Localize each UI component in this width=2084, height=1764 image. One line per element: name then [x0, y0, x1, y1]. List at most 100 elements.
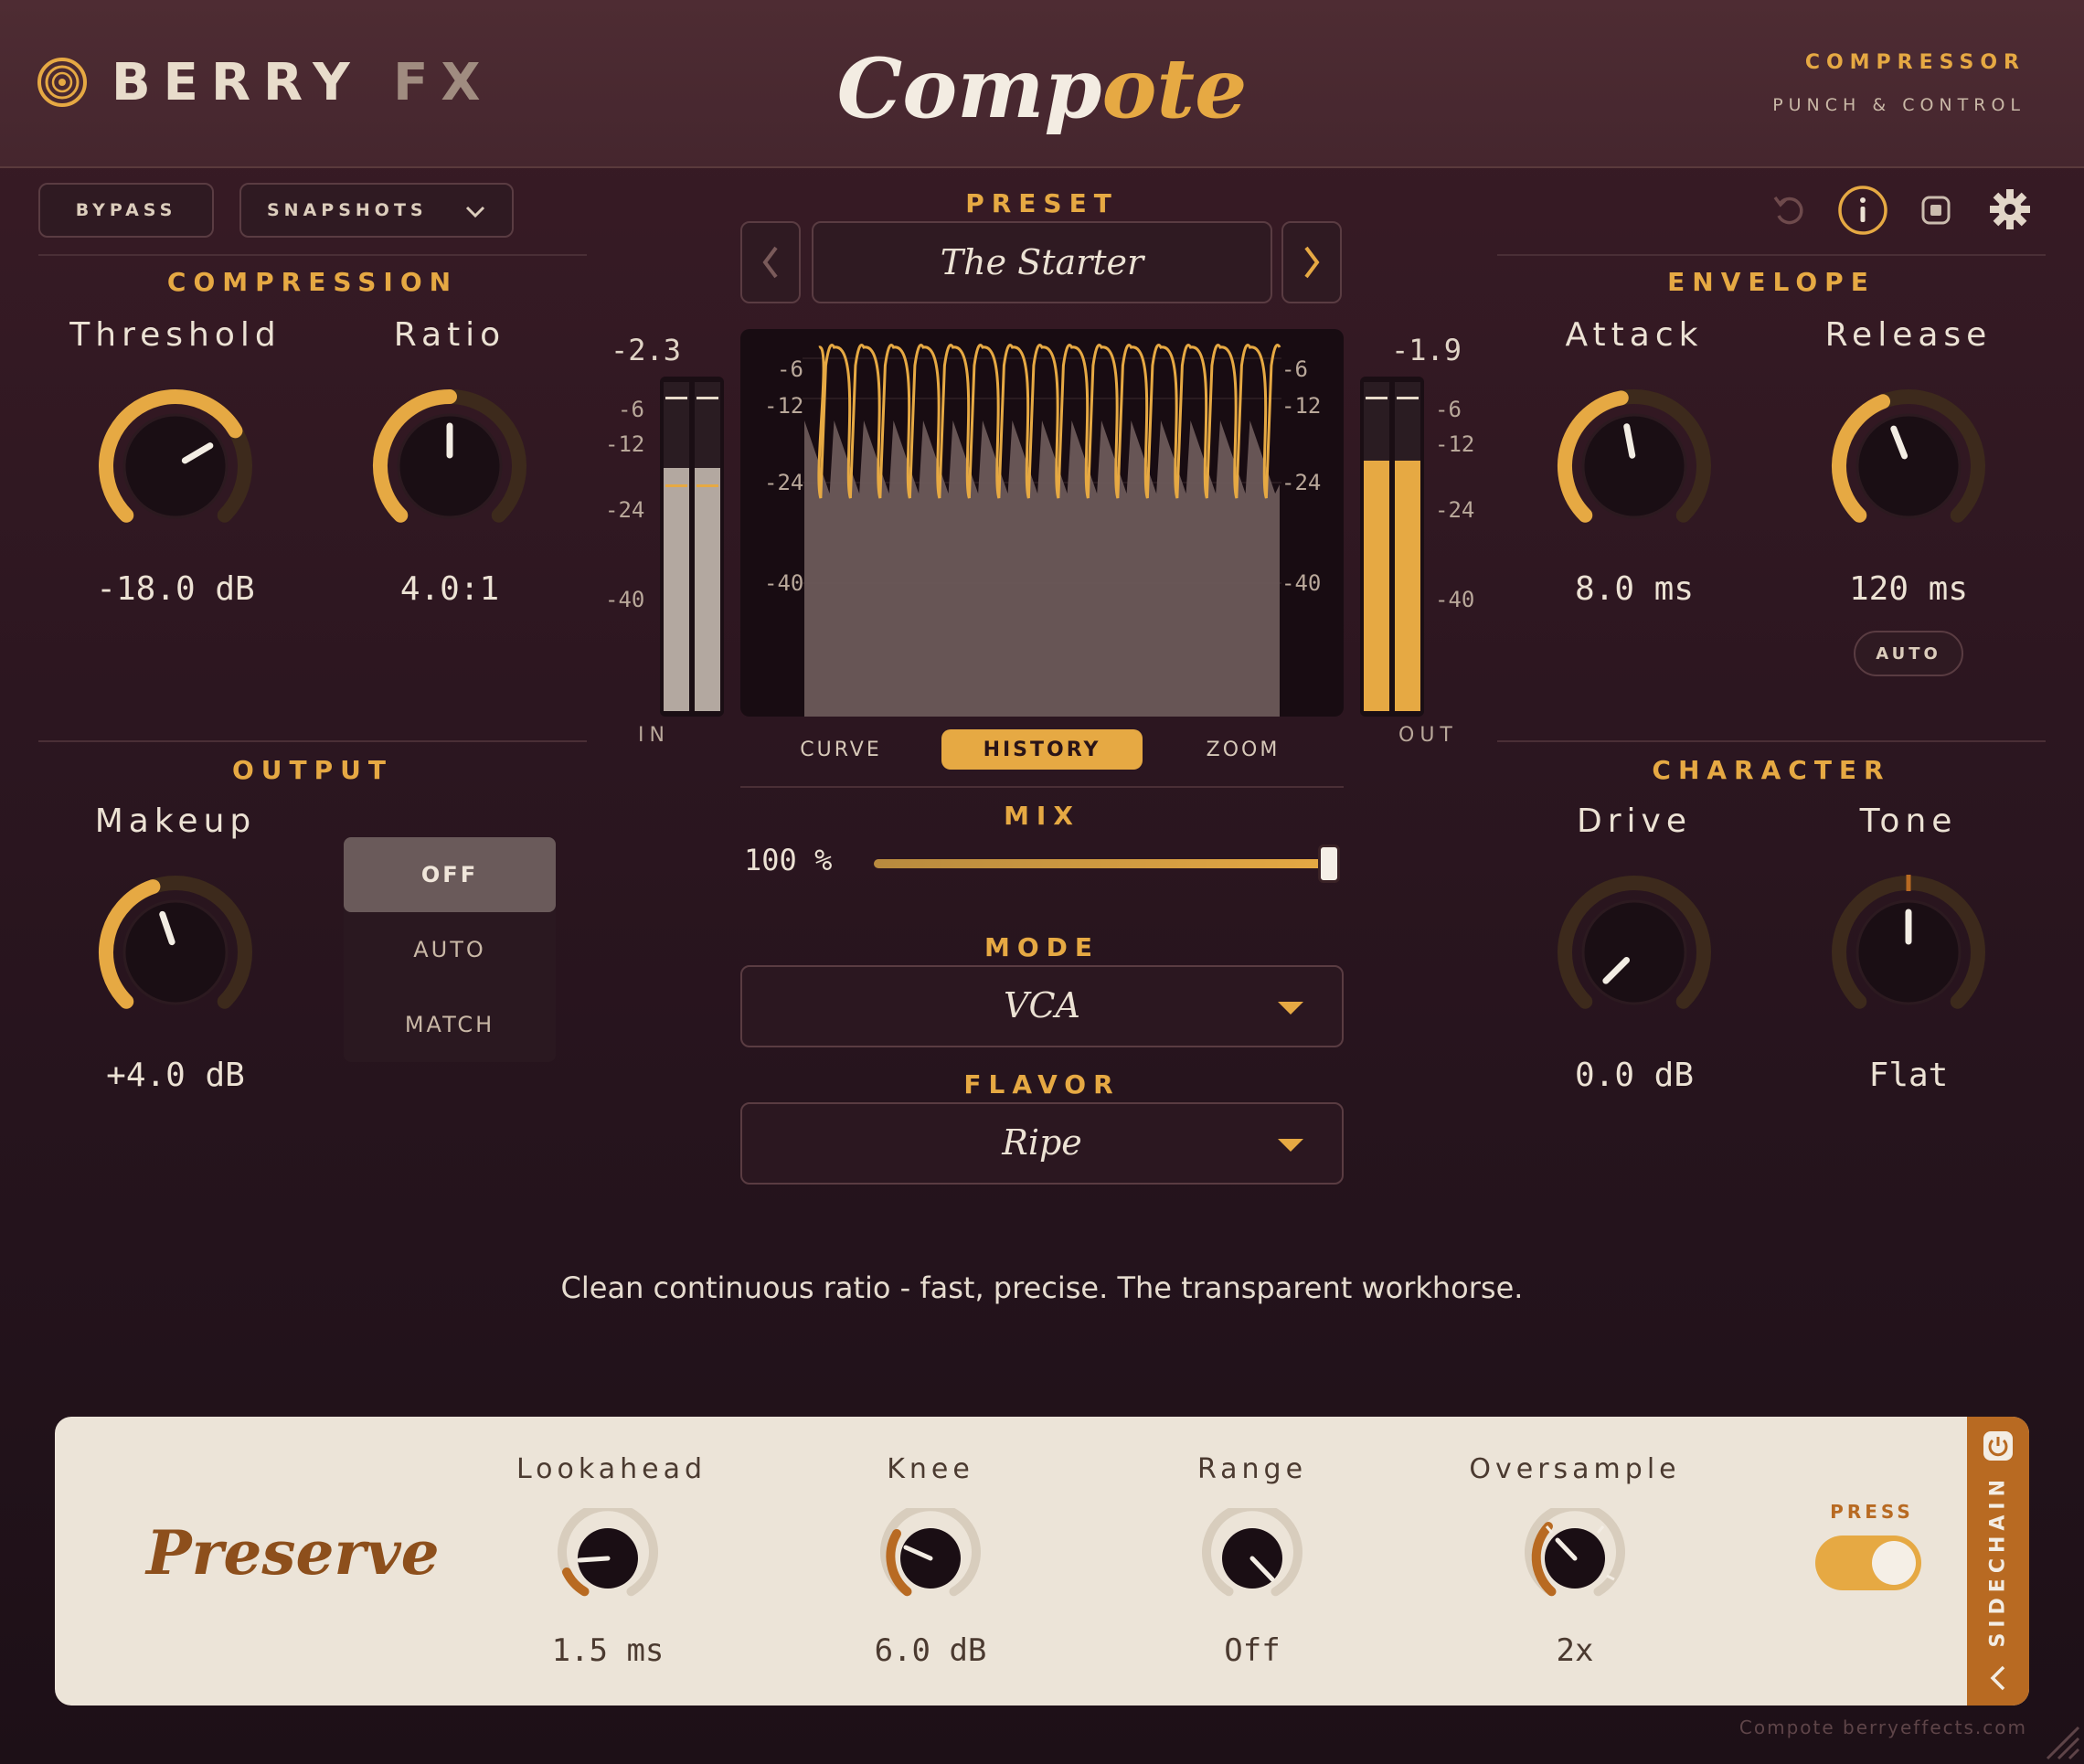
output-scale-24: -24	[1435, 497, 1475, 523]
input-peak-value: -2.3	[611, 333, 682, 367]
preset-name: The Starter	[940, 242, 1144, 282]
chevron-down-icon	[465, 206, 485, 218]
mix-slider[interactable]	[874, 845, 1342, 883]
knee-knob[interactable]	[880, 1508, 981, 1609]
chevron-left-icon	[762, 246, 778, 279]
lookahead-value: 1.5 ms	[551, 1632, 665, 1669]
tagline: PUNCH & CONTROL	[1772, 95, 2026, 115]
display-scale-left-40: -40	[764, 570, 804, 596]
range-label: Range	[1196, 1453, 1308, 1485]
display-scale-right-12: -12	[1281, 393, 1322, 419]
mode-off-button[interactable]: OFF	[344, 837, 556, 912]
threshold-knob[interactable]	[93, 384, 258, 548]
makeup-label: Makeup	[94, 802, 257, 840]
input-meter-label: IN	[638, 724, 670, 747]
output-divider	[38, 740, 587, 742]
input-threshold-mark-left	[665, 484, 687, 487]
preset-next-button[interactable]	[1281, 221, 1342, 303]
tab-history[interactable]: HISTORY	[941, 729, 1143, 770]
mode-value: VCA	[1004, 985, 1080, 1025]
display-scale-left-12: -12	[764, 393, 804, 419]
output-meter-right-bar	[1395, 461, 1420, 711]
compression-title: COMPRESSION	[166, 267, 459, 297]
mode-match-label: MATCH	[404, 1012, 495, 1037]
sidechain-tab[interactable]: SIDECHAIN	[1967, 1417, 2029, 1706]
oversample-knob[interactable]	[1525, 1508, 1625, 1609]
range-knob[interactable]	[1202, 1508, 1302, 1609]
title-accent: ote	[1101, 40, 1248, 137]
knee-label: Knee	[887, 1453, 974, 1485]
gear-icon[interactable]	[1987, 186, 2033, 232]
release-auto-button[interactable]: AUTO	[1854, 631, 1963, 676]
lookahead-label: Lookahead	[516, 1453, 707, 1485]
mode-match-button[interactable]: MATCH	[344, 987, 556, 1062]
oversample-label: Oversample	[1469, 1453, 1681, 1485]
makeup-knob[interactable]	[93, 870, 258, 1035]
resize-grip-icon[interactable]	[2040, 1720, 2080, 1760]
preset-description: Clean continuous ratio - fast, precise. …	[560, 1270, 1524, 1305]
caret-down-icon	[1278, 1002, 1303, 1015]
input-meter-left-track	[664, 382, 689, 711]
input-meter-right-track	[695, 382, 720, 711]
record-icon[interactable]	[1919, 194, 1952, 227]
history-display: -6 -12 -24 -40 -6 -12 -24 -40	[740, 329, 1344, 717]
input-meter-right-bar	[695, 467, 720, 711]
tone-knob[interactable]	[1826, 870, 1991, 1035]
output-peak-hold-right	[1397, 397, 1419, 399]
threshold-value: -18.0 dB	[96, 570, 255, 608]
mode-title: MODE	[984, 932, 1100, 962]
tab-zoom-label: ZOOM	[1206, 738, 1281, 761]
caret-down-icon	[1278, 1139, 1303, 1152]
category-label: COMPRESSOR	[1804, 51, 2026, 74]
press-toggle[interactable]	[1815, 1536, 1921, 1590]
release-knob[interactable]	[1826, 384, 1991, 548]
drive-label: Drive	[1577, 802, 1692, 840]
ratio-knob[interactable]	[367, 384, 532, 548]
preset-prev-button[interactable]	[740, 221, 801, 303]
tab-curve-label: CURVE	[800, 738, 882, 761]
preset-name-field[interactable]: The Starter	[812, 221, 1272, 303]
release-label: Release	[1824, 316, 1993, 354]
output-scale-6: -6	[1435, 397, 1462, 422]
footer-product: Compote	[1738, 1716, 1835, 1738]
flavor-value: Ripe	[1002, 1122, 1082, 1163]
lookahead-knob[interactable]	[558, 1508, 658, 1609]
mix-value: 100 %	[744, 843, 833, 877]
mode-dropdown[interactable]: VCA	[740, 965, 1344, 1047]
preserve-panel: Preserve Lookahead 1.5 ms Knee 6.0 dB Ra…	[55, 1417, 2029, 1706]
range-value: Off	[1224, 1632, 1281, 1669]
drive-value: 0.0 dB	[1574, 1057, 1695, 1094]
mix-slider-thumb[interactable]	[1318, 845, 1340, 883]
press-toggle-knob	[1872, 1541, 1916, 1585]
info-icon[interactable]	[1837, 185, 1888, 236]
flavor-dropdown[interactable]: Ripe	[740, 1102, 1344, 1185]
input-scale-12: -12	[605, 431, 645, 457]
bypass-label: BYPASS	[75, 200, 177, 220]
snapshots-dropdown[interactable]: SNAPSHOTS	[239, 183, 514, 238]
footer-website: berryeffects.com	[1843, 1716, 2027, 1738]
tab-zoom[interactable]: ZOOM	[1170, 729, 1316, 770]
bypass-button[interactable]: BYPASS	[38, 183, 214, 238]
auto-label: AUTO	[1876, 643, 1941, 664]
compression-divider	[38, 254, 587, 256]
display-scale-right-24: -24	[1281, 470, 1322, 495]
drive-knob[interactable]	[1552, 870, 1717, 1035]
input-peak-hold-left	[665, 397, 687, 399]
output-peak-value: -1.9	[1391, 333, 1462, 367]
mix-title: MIX	[1004, 801, 1080, 831]
oversample-value: 2x	[1556, 1632, 1594, 1669]
envelope-title: ENVELOPE	[1667, 267, 1876, 297]
output-meter-left-bar	[1364, 461, 1389, 711]
tab-curve[interactable]: CURVE	[768, 729, 914, 770]
display-scale-right-6: -6	[1281, 356, 1308, 382]
power-icon[interactable]	[1982, 1429, 2015, 1462]
mode-auto-button[interactable]: AUTO	[344, 912, 556, 987]
chevron-left-icon	[1990, 1665, 2005, 1691]
tabs-divider	[740, 786, 1344, 788]
output-mode-selector: OFF AUTO MATCH	[344, 837, 556, 1062]
attack-value: 8.0 ms	[1574, 570, 1695, 608]
tone-value: Flat	[1868, 1057, 1949, 1094]
undo-icon[interactable]	[1770, 192, 1806, 228]
input-meter	[660, 377, 724, 717]
attack-knob[interactable]	[1552, 384, 1717, 548]
